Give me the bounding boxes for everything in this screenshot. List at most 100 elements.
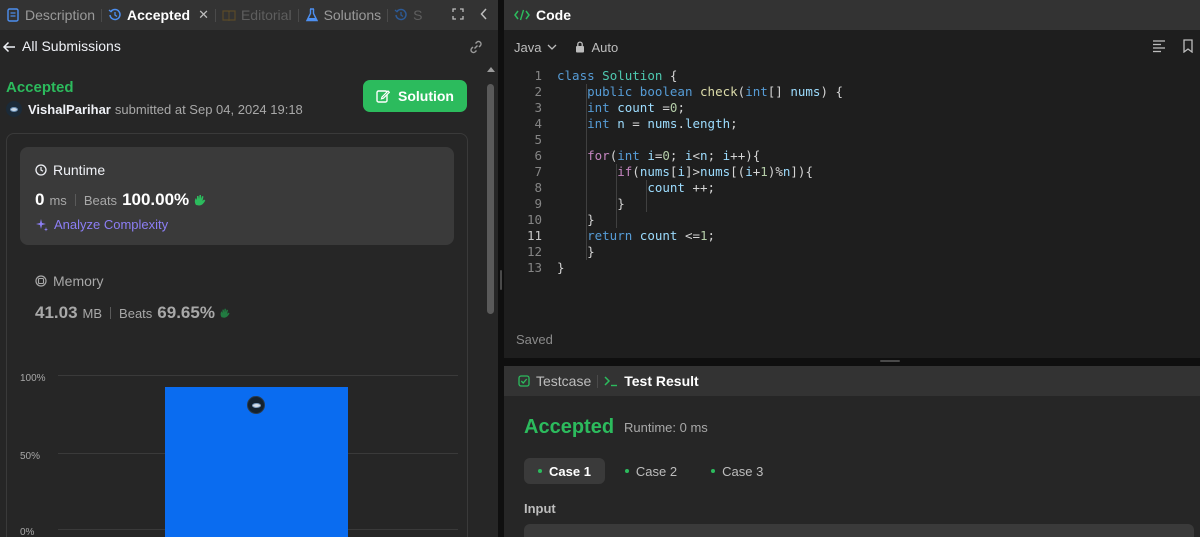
code-line[interactable]: 7 if(nums[i]>nums[(i+1)%n]){ bbox=[504, 164, 1200, 180]
pass-dot-icon bbox=[538, 469, 542, 473]
back-arrow-icon[interactable] bbox=[2, 39, 16, 55]
submission-status: Accepted bbox=[6, 79, 74, 96]
book-icon bbox=[222, 8, 236, 22]
horizontal-resize-handle[interactable] bbox=[880, 360, 900, 362]
solution-button-label: Solution bbox=[398, 88, 454, 104]
memory-label-text: Memory bbox=[53, 273, 104, 289]
tab-testcase[interactable]: Testcase bbox=[512, 373, 597, 389]
history-icon bbox=[394, 8, 408, 22]
flask-icon bbox=[305, 8, 319, 22]
line-number: 2 bbox=[534, 84, 542, 99]
runtime-label-text: Runtime bbox=[53, 162, 106, 178]
indent-guide bbox=[646, 180, 647, 212]
tabbar-actions bbox=[452, 0, 488, 30]
code-editor[interactable]: 1 class Solution {2 public boolean check(… bbox=[504, 68, 1200, 288]
input-display bbox=[524, 524, 1194, 537]
case-tabs: Case 1 Case 2 Case 3 bbox=[524, 458, 777, 484]
checkbox-icon bbox=[518, 375, 530, 387]
memory-beats-label: Beats bbox=[119, 305, 153, 321]
code-text: int count =0; bbox=[587, 100, 685, 115]
resize-handle[interactable] bbox=[500, 270, 502, 290]
test-panel: Testcase Test Result Accepted Runtime: 0… bbox=[504, 366, 1200, 537]
indent-guide bbox=[586, 84, 587, 260]
tab-submissions[interactable]: S bbox=[388, 0, 428, 30]
chart-ytick: 50% bbox=[20, 451, 41, 462]
code-line[interactable]: 12 } bbox=[504, 244, 1200, 260]
auto-label: Auto bbox=[591, 39, 619, 55]
tab-solutions-label: Solutions bbox=[323, 7, 382, 23]
edit-icon bbox=[376, 90, 390, 103]
all-submissions-link[interactable]: All Submissions bbox=[22, 38, 121, 54]
code-line[interactable]: 2 public boolean check(int[] nums) { bbox=[504, 84, 1200, 100]
tab-accepted-label: Accepted bbox=[127, 7, 191, 23]
link-icon[interactable] bbox=[468, 39, 484, 55]
code-line[interactable]: 8 count ++; bbox=[504, 180, 1200, 196]
clap-icon bbox=[193, 193, 207, 207]
code-line[interactable]: 11 return count <=1; bbox=[504, 228, 1200, 244]
line-number: 13 bbox=[526, 260, 542, 275]
line-number: 12 bbox=[526, 244, 542, 259]
runtime-beats-value: 100.00% bbox=[122, 190, 190, 209]
runtime-values: 0 ms Beats 100.00% bbox=[35, 190, 207, 210]
tab-submissions-label: S bbox=[413, 7, 423, 23]
line-number: 9 bbox=[534, 196, 542, 211]
input-label: Input bbox=[524, 501, 556, 516]
memory-label[interactable]: Memory bbox=[35, 273, 104, 289]
tab-editorial[interactable]: Editorial bbox=[216, 0, 298, 30]
code-line[interactable]: 1 class Solution { bbox=[504, 68, 1200, 84]
test-result-status: Accepted bbox=[524, 416, 615, 438]
saved-status: Saved bbox=[516, 332, 553, 347]
code-line[interactable]: 5 bbox=[504, 132, 1200, 148]
description-icon bbox=[6, 8, 20, 22]
memory-unit: MB bbox=[82, 305, 103, 321]
runtime-beats-label: Beats bbox=[83, 192, 118, 208]
code-panel: Code Java Auto 1 class Solution {2 public… bbox=[504, 0, 1200, 358]
code-line[interactable]: 3 int count =0; bbox=[504, 100, 1200, 116]
code-line[interactable]: 13} bbox=[504, 260, 1200, 276]
code-text: } bbox=[557, 196, 625, 211]
submitter-name[interactable]: VishalParihar bbox=[28, 102, 111, 117]
chart-ytick: 100% bbox=[20, 373, 46, 384]
scroll-up-arrow-icon[interactable] bbox=[487, 67, 495, 72]
submission-subheader: All Submissions bbox=[0, 32, 498, 62]
code-line[interactable]: 6 for(int i=0; i<n; i++){ bbox=[504, 148, 1200, 164]
auto-mode[interactable]: Auto bbox=[575, 40, 618, 55]
chart-bar[interactable] bbox=[165, 387, 348, 537]
pass-dot-icon bbox=[711, 469, 716, 473]
clock-icon bbox=[35, 164, 47, 176]
line-number: 1 bbox=[534, 68, 542, 83]
chevron-left-icon[interactable] bbox=[480, 7, 488, 23]
maximize-icon[interactable] bbox=[452, 7, 464, 23]
tab-test-result[interactable]: Test Result bbox=[598, 373, 704, 389]
format-icon[interactable] bbox=[1152, 39, 1166, 56]
line-number: 3 bbox=[534, 100, 542, 115]
case-tab-2[interactable]: Case 2 bbox=[611, 458, 691, 484]
test-header: Testcase Test Result bbox=[504, 366, 1200, 396]
line-number: 8 bbox=[534, 180, 542, 195]
analyze-complexity-link[interactable]: Analyze Complexity bbox=[35, 217, 168, 232]
line-number: 5 bbox=[534, 132, 542, 147]
tab-description[interactable]: Description bbox=[0, 0, 101, 30]
submitter-info: VishalParihar submitted at Sep 04, 2024 … bbox=[6, 101, 303, 117]
bookmark-icon[interactable] bbox=[1182, 39, 1194, 56]
memory-values: 41.03 MB Beats 69.65% bbox=[35, 303, 231, 323]
tab-solutions[interactable]: Solutions bbox=[299, 0, 388, 30]
code-text: } bbox=[557, 212, 595, 227]
avatar[interactable] bbox=[6, 101, 22, 117]
code-line[interactable]: 9 } bbox=[504, 196, 1200, 212]
case-tab-1[interactable]: Case 1 bbox=[524, 458, 605, 484]
code-line[interactable]: 10 } bbox=[504, 212, 1200, 228]
scrollbar-thumb[interactable] bbox=[487, 84, 494, 314]
tab-accepted[interactable]: Accepted ✕ bbox=[102, 0, 215, 30]
avatar bbox=[247, 396, 265, 415]
chevron-down-icon bbox=[548, 44, 557, 50]
case-label: Case 2 bbox=[635, 463, 678, 479]
value-separator bbox=[110, 307, 112, 319]
runtime-unit: ms bbox=[49, 192, 67, 208]
close-icon[interactable]: ✕ bbox=[198, 7, 209, 23]
solution-button[interactable]: Solution bbox=[363, 80, 467, 112]
code-text: if(nums[i]>nums[(i+1)%n]){ bbox=[617, 164, 813, 179]
code-line[interactable]: 4 int n = nums.length; bbox=[504, 116, 1200, 132]
case-tab-3[interactable]: Case 3 bbox=[697, 458, 777, 484]
language-select[interactable]: Java bbox=[514, 40, 557, 55]
